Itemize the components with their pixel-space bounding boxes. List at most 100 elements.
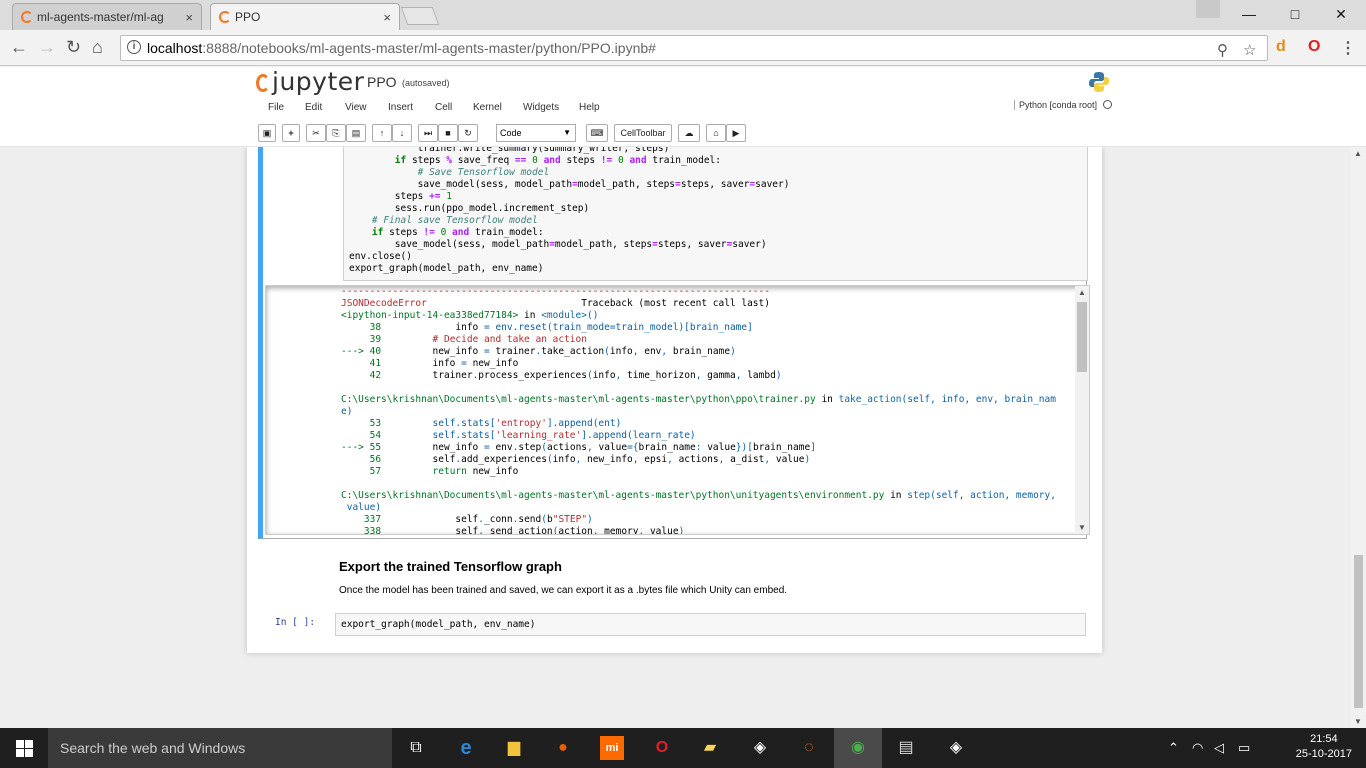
jupyter-app-icon[interactable]: ◌ [797,736,821,760]
markdown-paragraph: Once the model has been trained and save… [339,585,788,596]
unity-icon[interactable]: ◈ [748,736,772,760]
insert-cell-icon[interactable]: + [282,124,300,142]
close-tab-icon[interactable]: × [185,10,193,25]
maximize-button[interactable]: □ [1272,0,1318,28]
scroll-up-arrow-icon[interactable]: ▲ [1354,149,1362,158]
opera-extension-icon[interactable]: O [1308,38,1320,56]
notebook-container: trainer.write_summary(summary_writer, st… [247,147,1102,653]
run-cell-icon[interactable]: ⏭ [418,124,438,142]
page-scrollbar[interactable]: ▲ ▼ [1351,147,1366,728]
scroll-down-arrow-icon[interactable]: ▼ [1354,717,1362,726]
url-path: :8888/notebooks/ml-agents-master/ml-agen… [202,40,656,56]
file-explorer-icon[interactable]: ▆ [502,736,526,760]
minimize-button[interactable]: — [1226,0,1272,28]
back-arrow-icon[interactable]: ← [10,37,28,58]
upload-cloud-icon[interactable]: ☁ [678,124,700,142]
sticky-notes-icon[interactable]: ▰ [698,736,722,760]
profile-icon[interactable] [1196,0,1220,18]
scroll-down-arrow-icon[interactable]: ▼ [1078,523,1086,532]
opera-icon[interactable]: O [650,736,674,760]
edge-icon[interactable]: e [454,736,478,760]
system-clock[interactable]: 21:54 25-10-2017 [1296,732,1352,762]
reload-icon[interactable]: ↻ [66,37,81,58]
show-hidden-icons-icon[interactable]: ⌃ [1168,740,1179,756]
kernel-name: Python [conda root] [1018,100,1097,110]
move-down-icon[interactable]: ↓ [392,124,412,142]
jupyter-favicon-icon [219,11,231,23]
paste-icon[interactable]: ▤ [346,124,366,142]
close-window-button[interactable]: ✕ [1318,0,1364,28]
jupyter-header: jupyter PPO (autosaved) File Edit View I… [0,67,1366,147]
menu-cell[interactable]: Cell [435,102,452,113]
volume-icon[interactable]: ◁ [1214,740,1224,756]
info-icon[interactable]: i [127,40,141,54]
browser-toolbar: ← → ↻ ⌂ i localhost:8888/notebooks/ml-ag… [0,30,1366,66]
menu-edit[interactable]: Edit [305,102,322,113]
code-content: trainer.write_summary(summary_writer, st… [349,147,790,274]
menu-insert[interactable]: Insert [388,102,413,113]
scroll-up-arrow-icon[interactable]: ▲ [1078,288,1086,297]
input-prompt: In [ ]: [275,617,316,628]
menu-kernel[interactable]: Kernel [473,102,502,113]
new-tab-button[interactable] [400,7,440,25]
interrupt-icon[interactable]: ■ [438,124,458,142]
forward-arrow-icon[interactable]: → [38,37,56,58]
menu-file[interactable]: File [268,102,284,113]
windows-logo-pane [25,740,33,748]
presentation-icon[interactable]: ▶ [726,124,746,142]
code-input-area[interactable]: trainer.write_summary(summary_writer, st… [343,147,1088,281]
file-manager-icon[interactable]: ▤ [894,736,918,760]
page-scroll-thumb[interactable] [1354,555,1363,708]
notebook-title[interactable]: PPO [367,74,397,90]
address-input[interactable]: i localhost:8888/notebooks/ml-agents-mas… [120,35,1268,61]
url-host: localhost [147,40,203,56]
output-area[interactable]: ----------------------------------------… [265,285,1090,535]
firefox-icon[interactable]: ● [551,736,575,760]
start-button[interactable] [0,728,48,768]
home-icon[interactable]: ⌂ [706,124,726,142]
restart-icon[interactable]: ↻ [458,124,478,142]
cell-type-select[interactable]: Code ▼ [496,124,576,142]
menu-widgets[interactable]: Widgets [523,102,559,113]
mi-icon[interactable]: mi [600,736,624,760]
move-up-icon[interactable]: ↑ [372,124,392,142]
close-tab-icon[interactable]: × [383,10,391,25]
save-icon[interactable]: ▣ [258,124,276,142]
menu-help[interactable]: Help [579,102,600,113]
browser-menu-icon[interactable]: ⋮ [1340,38,1356,58]
celltoolbar-button[interactable]: CellToolbar [614,124,672,142]
tab-title: ml-agents-master/ml-ag [37,10,164,24]
zoom-icon[interactable]: ⚲ [1217,39,1228,63]
wifi-icon[interactable]: ◠ [1192,740,1203,756]
selected-code-cell[interactable]: trainer.write_summary(summary_writer, st… [258,147,1090,539]
code-cell-export[interactable]: export_graph(model_path, env_name) [335,613,1086,636]
output-scroll-thumb[interactable] [1077,302,1087,372]
jupyter-ring-icon [256,74,270,92]
windows-logo-icon [16,740,24,748]
chevron-down-icon: ▼ [563,128,571,137]
cut-icon[interactable]: ✂ [306,124,326,142]
chrome-icon[interactable]: ◉ [834,728,882,768]
python-logo-icon [1089,72,1109,92]
tab-ppo[interactable]: PPO × [210,3,400,30]
menu-bar: File Edit View Insert Cell Kernel Widget… [256,98,1112,120]
tab-ml-agents[interactable]: ml-agents-master/ml-ag × [12,3,202,30]
task-view-icon[interactable]: ⧉ [404,736,428,760]
jupyter-logo[interactable]: jupyter [256,67,364,96]
menu-view[interactable]: View [345,102,367,113]
home-icon[interactable]: ⌂ [92,37,103,58]
extension-d-icon[interactable]: d [1276,38,1286,56]
bookmark-star-icon[interactable]: ☆ [1243,39,1256,63]
code-content: export_graph(model_path, env_name) [341,619,536,630]
traceback-output: ----------------------------------------… [341,286,1056,535]
notebook-area: trainer.write_summary(summary_writer, st… [0,147,1366,728]
keyboard-icon[interactable]: ⌨ [586,124,608,142]
action-center-icon[interactable]: ▭ [1238,740,1250,756]
markdown-heading: Export the trained Tensorflow graph [339,559,562,574]
jupyter-favicon-icon [21,11,33,23]
unity-icon-2[interactable]: ◈ [944,736,968,760]
taskbar-search-box[interactable]: Search the web and Windows [48,728,392,768]
copy-icon[interactable]: ⎘ [326,124,346,142]
output-scrollbar[interactable]: ▲ ▼ [1075,286,1089,534]
browser-tab-strip: ml-agents-master/ml-ag × PPO × — □ ✕ [0,0,1366,30]
